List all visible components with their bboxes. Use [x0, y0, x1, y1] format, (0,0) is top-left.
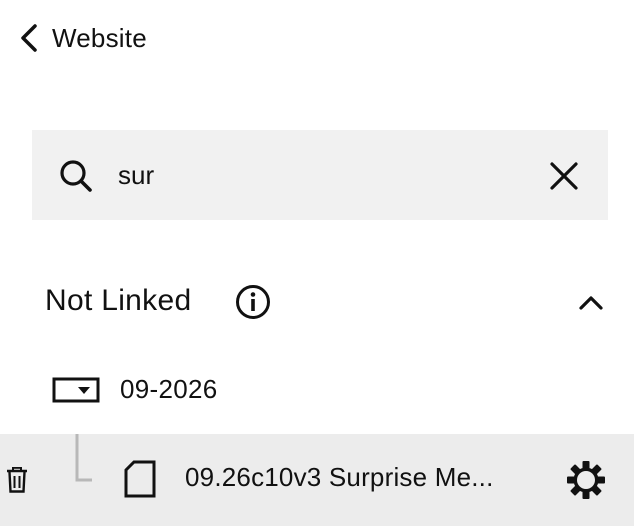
page-title: 09.26c10v3 Surprise Me...	[185, 462, 494, 492]
chevron-left-icon	[21, 24, 37, 52]
trash-icon[interactable]	[6, 467, 28, 493]
info-icon[interactable]	[235, 284, 271, 320]
gear-icon[interactable]	[566, 460, 606, 500]
chevron-up-icon[interactable]	[577, 288, 605, 316]
close-icon[interactable]	[546, 158, 582, 194]
page-list-item[interactable]: 09.26c10v3 Surprise Me...	[0, 434, 634, 526]
search-icon	[60, 160, 92, 192]
back-link-label: Website	[52, 22, 147, 53]
tree-connector-line	[75, 434, 92, 482]
not-linked-section-header: Not Linked	[45, 276, 605, 328]
folder-dropdown-icon	[52, 377, 100, 403]
search-input[interactable]	[118, 152, 518, 198]
folder-row[interactable]: 09-2026	[0, 362, 634, 418]
page-icon	[124, 460, 156, 498]
section-title: Not Linked	[45, 284, 192, 317]
back-to-website-link[interactable]: Website	[18, 18, 147, 58]
search-bar	[32, 130, 608, 220]
folder-label: 09-2026	[120, 374, 218, 404]
